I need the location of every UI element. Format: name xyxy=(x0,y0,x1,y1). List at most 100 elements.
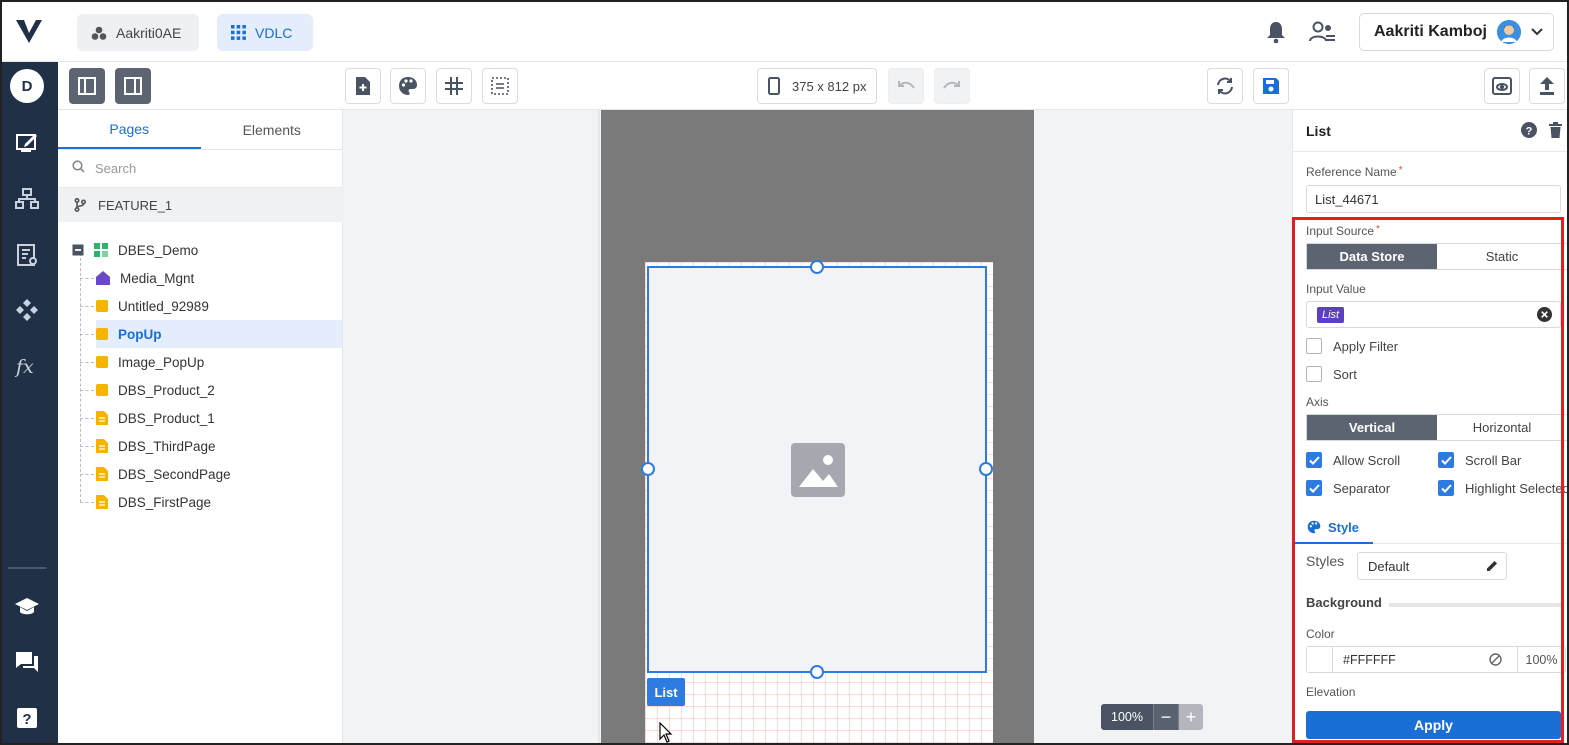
apply-button[interactable]: Apply xyxy=(1306,711,1561,739)
input-source-label: Input Source * xyxy=(1306,224,1380,238)
input-source-data-store[interactable]: Data Store xyxy=(1307,244,1437,269)
tab-elements[interactable]: Elements xyxy=(201,110,344,149)
styles-select[interactable]: Default xyxy=(1357,552,1507,580)
tree-item-dbs-firstpage[interactable]: DBS_FirstPage xyxy=(96,488,342,516)
no-color-icon[interactable] xyxy=(1489,653,1502,666)
tree-item-dbs-product-1[interactable]: DBS_Product_1 xyxy=(96,404,342,432)
resize-handle-left[interactable] xyxy=(641,462,655,476)
reference-name-input[interactable]: List_44671 xyxy=(1306,185,1561,213)
scroll-bar-checkbox[interactable]: Scroll Bar xyxy=(1438,452,1521,468)
add-page-button[interactable] xyxy=(345,68,381,104)
checkbox-checked[interactable] xyxy=(1306,480,1322,496)
tree-branch xyxy=(80,502,94,503)
axis-horizontal[interactable]: Horizontal xyxy=(1437,415,1567,440)
team-icon[interactable] xyxy=(1308,20,1336,44)
tree-branch xyxy=(80,334,94,335)
separator-checkbox[interactable]: Separator xyxy=(1306,480,1390,496)
brand-logo-icon[interactable] xyxy=(14,16,44,46)
user-menu[interactable]: Aakriti Kamboj xyxy=(1359,13,1554,51)
tab-pages[interactable]: Pages xyxy=(58,110,201,149)
toggle-left-panel-button[interactable] xyxy=(69,68,105,104)
refresh-icon[interactable] xyxy=(1207,68,1243,104)
data-settings-icon[interactable] xyxy=(14,242,40,268)
search-input[interactable] xyxy=(95,161,315,176)
properties-header: List ? xyxy=(1293,110,1567,152)
page-icon xyxy=(96,411,108,425)
input-value-field[interactable]: List xyxy=(1306,301,1561,328)
zoom-in-button[interactable]: + xyxy=(1178,704,1203,730)
zoom-control: 100% − + xyxy=(1101,704,1203,730)
project-name: Aakriti0AE xyxy=(116,24,182,41)
zoom-out-button[interactable]: − xyxy=(1153,704,1178,730)
device-size-selector[interactable]: 375 x 812 px xyxy=(757,68,877,104)
tree-item-untitled[interactable]: Untitled_92989 xyxy=(96,292,342,320)
delete-trash-icon[interactable] xyxy=(1549,122,1562,141)
tree-item-dbs-secondpage[interactable]: DBS_SecondPage xyxy=(96,460,342,488)
background-heading: Background xyxy=(1306,595,1382,610)
resize-handle-top[interactable] xyxy=(810,260,824,274)
collapse-icon[interactable] xyxy=(72,244,84,256)
help-icon[interactable]: ? xyxy=(14,705,40,731)
tree-item-dbs-thirdpage[interactable]: DBS_ThirdPage xyxy=(96,432,342,460)
top-bar: Aakriti0AE VDLC Aakriti Kamboj xyxy=(2,2,1567,62)
opacity-value[interactable]: 100% xyxy=(1517,647,1565,672)
checkbox-checked[interactable] xyxy=(1438,480,1454,496)
theme-palette-icon[interactable] xyxy=(390,68,426,104)
search-icon xyxy=(72,159,85,178)
checkbox[interactable] xyxy=(1306,338,1322,354)
tab-style[interactable]: Style xyxy=(1293,512,1373,544)
tree-item-media-mgnt[interactable]: Media_Mgnt xyxy=(96,264,342,292)
undo-button[interactable] xyxy=(888,68,924,104)
design-canvas[interactable]: List 100% − + xyxy=(343,110,1292,743)
tree-branch xyxy=(80,390,94,391)
resize-handle-right[interactable] xyxy=(979,462,993,476)
save-button[interactable] xyxy=(1253,68,1289,104)
integration-icon[interactable] xyxy=(14,297,40,323)
apply-filter-checkbox[interactable]: Apply Filter xyxy=(1306,338,1398,354)
checkbox-label: Separator xyxy=(1333,480,1391,496)
sort-checkbox[interactable]: Sort xyxy=(1306,366,1357,382)
color-field[interactable]: #FFFFFF 100% xyxy=(1306,646,1566,673)
edit-pencil-icon[interactable] xyxy=(1486,560,1498,572)
checkbox-checked[interactable] xyxy=(1306,452,1322,468)
app-chip[interactable]: VDLC xyxy=(217,14,313,51)
tree-item-label: DBS_ThirdPage xyxy=(118,438,216,454)
checkbox-checked[interactable] xyxy=(1438,452,1454,468)
workspace-avatar[interactable]: D xyxy=(10,69,44,103)
feature-branch[interactable]: FEATURE_1 xyxy=(58,188,343,222)
tree-item-image-popup[interactable]: Image_PopUp xyxy=(96,348,342,376)
help-circle-icon[interactable]: ? xyxy=(1521,122,1537,141)
redo-button[interactable] xyxy=(934,68,970,104)
tree-branch xyxy=(80,446,94,447)
workflow-icon[interactable] xyxy=(14,186,40,212)
tree-root[interactable]: DBES_Demo xyxy=(72,236,198,264)
layout-guides-icon[interactable] xyxy=(482,68,518,104)
tree-item-dbs-product-2[interactable]: DBS_Product_2 xyxy=(96,376,342,404)
project-icon xyxy=(91,26,107,40)
branch-icon xyxy=(74,198,86,212)
color-swatch[interactable] xyxy=(1307,647,1333,672)
tree-item-popup[interactable]: PopUp xyxy=(96,320,342,348)
chat-icon[interactable] xyxy=(14,649,40,675)
project-chip[interactable]: Aakriti0AE xyxy=(77,14,199,51)
tree-branch xyxy=(80,474,94,475)
grid-toggle-icon[interactable] xyxy=(436,68,472,104)
learning-icon[interactable] xyxy=(14,594,40,620)
preview-icon[interactable] xyxy=(1484,68,1520,104)
clear-icon[interactable] xyxy=(1537,307,1552,322)
checkbox[interactable] xyxy=(1306,366,1322,382)
input-source-static[interactable]: Static xyxy=(1437,244,1567,269)
axis-vertical[interactable]: Vertical xyxy=(1307,415,1437,440)
allow-scroll-checkbox[interactable]: Allow Scroll xyxy=(1306,452,1400,468)
tree-item-label: PopUp xyxy=(118,326,162,342)
highlight-selected-checkbox[interactable]: Highlight Selected xyxy=(1438,480,1567,496)
popup-page-icon xyxy=(96,328,108,340)
notification-bell-icon[interactable] xyxy=(1265,20,1287,44)
ui-designer-icon[interactable] xyxy=(14,130,40,156)
toggle-right-panel-button[interactable] xyxy=(115,68,151,104)
function-icon[interactable]: fx xyxy=(14,353,40,379)
style-section-tabs: Style xyxy=(1293,512,1567,544)
publish-upload-icon[interactable] xyxy=(1529,68,1565,104)
tab-style-label: Style xyxy=(1327,519,1360,535)
resize-handle-bottom[interactable] xyxy=(810,665,824,679)
